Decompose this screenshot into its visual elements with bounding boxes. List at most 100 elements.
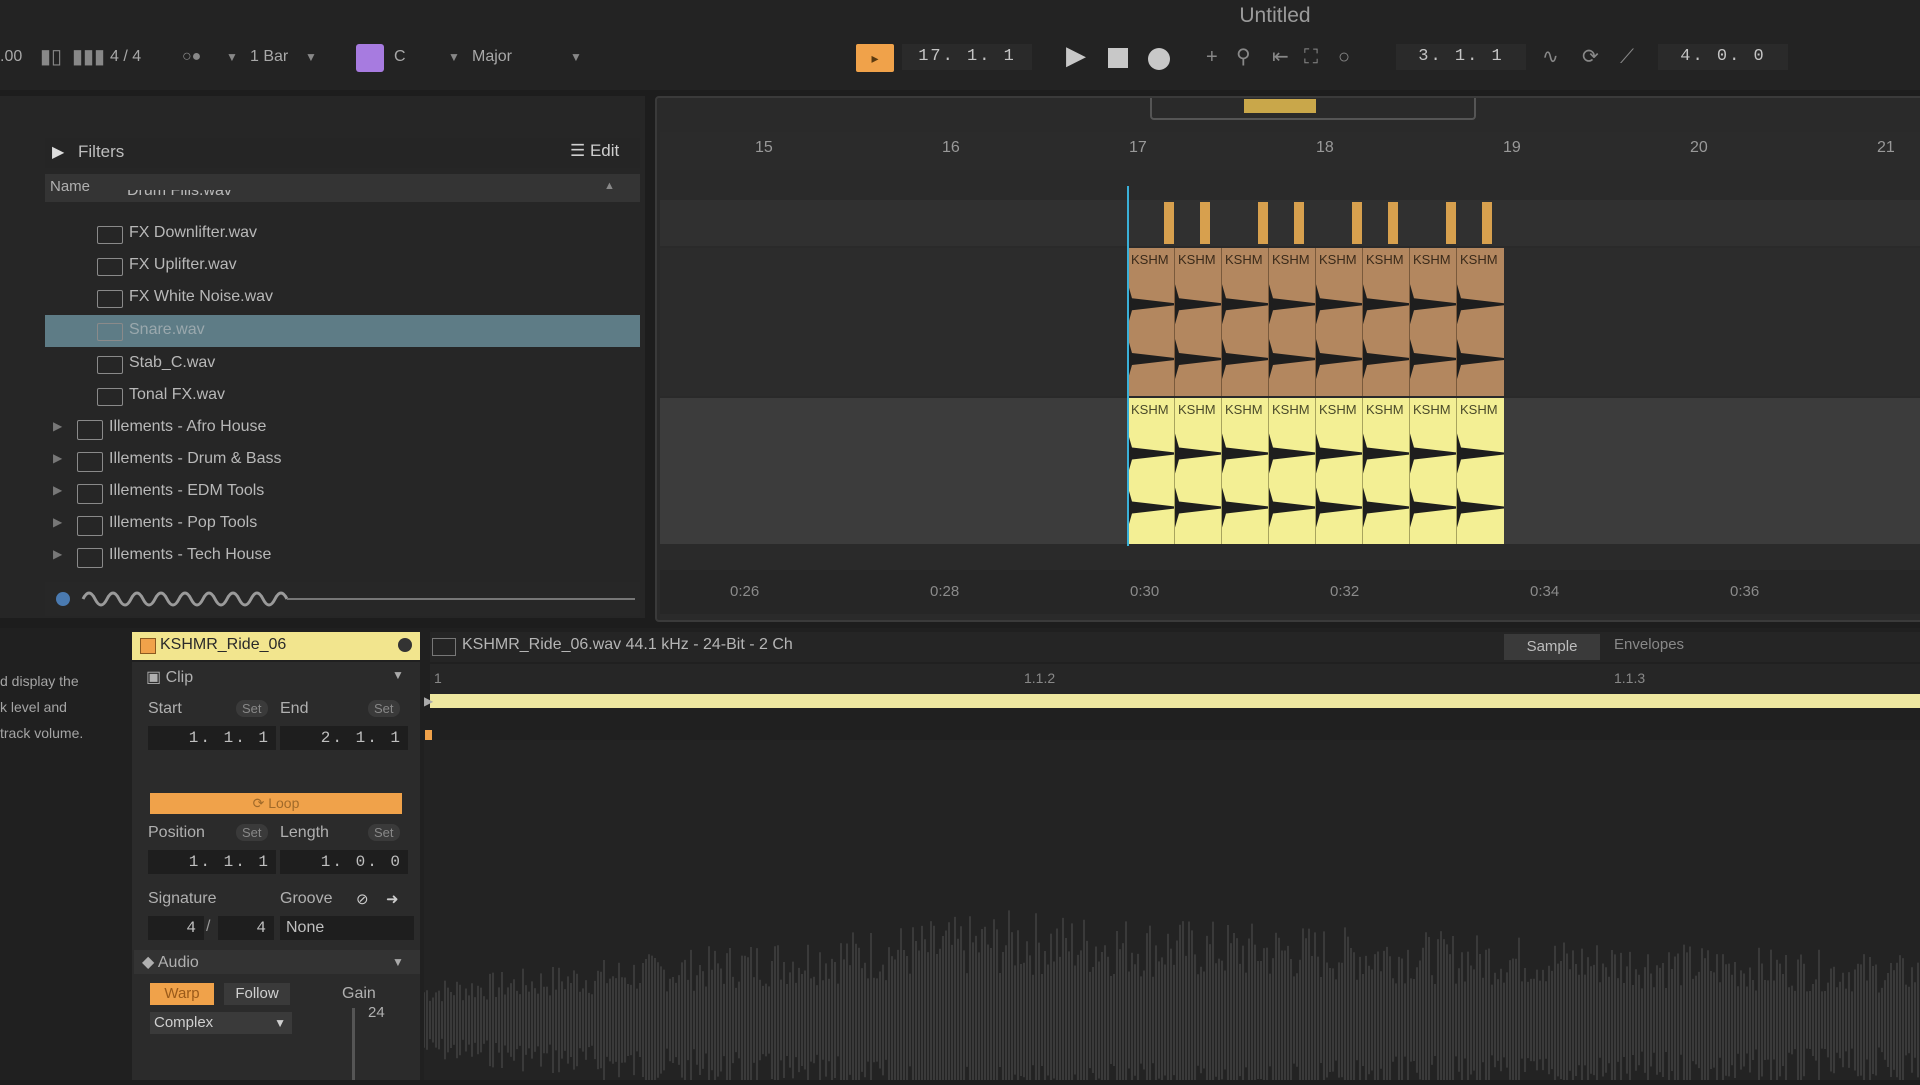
loop-start-marker-icon[interactable]: ▶ (424, 694, 433, 708)
audio-clip[interactable]: KSHM (1456, 248, 1504, 396)
position-value[interactable]: 1. 1. 1 (148, 850, 276, 874)
audio-clip[interactable]: KSHM (1127, 398, 1175, 544)
chevron-right-icon[interactable]: ▶ (53, 547, 62, 561)
audio-clip[interactable]: KSHM (1362, 398, 1410, 544)
audio-clip[interactable]: KSHM (1362, 248, 1410, 396)
chevron-down-icon[interactable]: ▼ (392, 668, 404, 682)
length-value[interactable]: 1. 0. 0 (280, 850, 408, 874)
punch-in-icon[interactable]: ∿ (1542, 44, 1559, 70)
length-set-button[interactable]: Set (368, 824, 400, 841)
scale-select[interactable]: Major (472, 48, 512, 66)
hit-marker[interactable] (1258, 202, 1268, 244)
song-position[interactable]: 17. 1. 1 (902, 44, 1032, 70)
groove-commit-icon[interactable]: ➜ (386, 890, 399, 908)
tap-tempo-icon[interactable]: ▮▯ (40, 44, 62, 70)
audio-clip[interactable]: KSHM (1409, 398, 1457, 544)
position-set-button[interactable]: Set (236, 824, 268, 841)
chevron-down-icon[interactable]: ▼ (226, 44, 238, 70)
folder-item[interactable]: ▶ Illements - Drum & Bass (45, 444, 640, 476)
audio-clip[interactable]: KSHM (1268, 398, 1316, 544)
audio-section-title[interactable]: ◆ Audio (142, 952, 199, 972)
loop-length[interactable]: 4. 0. 0 (1658, 44, 1788, 70)
audio-clip[interactable]: KSHM (1315, 248, 1363, 396)
list-item-selected[interactable]: Snare.wav (45, 315, 640, 347)
loop-button[interactable]: ⟳ Loop (150, 793, 402, 814)
loop-start[interactable]: 3. 1. 1 (1396, 44, 1526, 70)
signature-numerator[interactable]: 4 (148, 916, 204, 940)
hit-marker[interactable] (1352, 202, 1362, 244)
metronome-bars-icon[interactable]: ▮▮▮ (72, 44, 105, 70)
chevron-down-icon[interactable]: ▼ (570, 44, 582, 70)
signature-denominator[interactable]: 4 (218, 916, 274, 940)
audio-clip[interactable]: KSHM (1221, 398, 1269, 544)
chevron-down-icon[interactable]: ▼ (448, 44, 460, 70)
follow-playhead-button[interactable]: ▸ (856, 44, 894, 72)
session-record-icon[interactable]: ○ (1338, 44, 1350, 70)
gain-slider[interactable] (352, 1008, 355, 1080)
quantize-select[interactable]: 1 Bar (250, 48, 288, 66)
end-value[interactable]: 2. 1. 1 (280, 726, 408, 750)
list-item[interactable]: Stab_C.wav (45, 348, 640, 380)
edit-button[interactable]: ☰ Edit (570, 141, 619, 161)
preview-waveform[interactable] (45, 582, 640, 616)
chevron-right-icon[interactable]: ▶ (53, 515, 62, 529)
list-item[interactable]: FX Uplifter.wav (45, 250, 640, 282)
warp-mode-select[interactable]: Complex ▼ (150, 1012, 292, 1034)
audio-clip[interactable]: KSHM (1268, 248, 1316, 396)
folder-item[interactable]: ▶ Illements - Afro House (45, 412, 640, 444)
hit-marker[interactable] (1446, 202, 1456, 244)
clip-color-icon[interactable] (140, 638, 156, 654)
play-icon[interactable]: ▶ (1066, 42, 1086, 68)
chevron-right-icon[interactable]: ▶ (53, 451, 62, 465)
automation-arm-icon[interactable]: ⚲ (1236, 44, 1251, 70)
chevron-down-icon[interactable]: ▼ (305, 44, 317, 70)
hit-marker[interactable] (1164, 202, 1174, 244)
capture-icon[interactable]: ⛶ (1304, 44, 1318, 70)
folder-item[interactable]: ▶ Illements - Tech House (45, 540, 640, 572)
list-item[interactable]: Tonal FX.wav (45, 380, 640, 412)
follow-button[interactable]: Follow (224, 983, 290, 1005)
list-item[interactable]: FX White Noise.wav (45, 282, 640, 314)
audio-clip[interactable]: KSHM (1456, 398, 1504, 544)
audio-clip[interactable]: KSHM (1221, 248, 1269, 396)
tempo-display[interactable]: .00 (0, 48, 22, 66)
record-icon[interactable] (1148, 48, 1170, 70)
chevron-right-icon[interactable]: ▶ (53, 419, 62, 433)
clip-activator-icon[interactable] (398, 638, 412, 652)
hit-marker[interactable] (1482, 202, 1492, 244)
groove-select[interactable]: None (280, 916, 414, 940)
beat-ruler[interactable] (660, 132, 1920, 170)
groove-hotswap-icon[interactable]: ⊘ (356, 890, 369, 908)
audio-clip[interactable]: KSHM (1174, 248, 1222, 396)
loop-brace[interactable] (430, 694, 1920, 708)
overdub-icon[interactable]: + (1206, 44, 1218, 70)
scale-mode-button[interactable] (356, 44, 384, 72)
audio-clip[interactable]: KSHM (1174, 398, 1222, 544)
end-set-button[interactable]: Set (368, 700, 400, 717)
time-signature[interactable]: 4 / 4 (110, 48, 141, 66)
folder-item[interactable]: ▶ Illements - Pop Tools (45, 508, 640, 540)
playhead[interactable] (1127, 186, 1129, 546)
start-set-button[interactable]: Set (236, 700, 268, 717)
folder-item[interactable]: ▶ Illements - EDM Tools (45, 476, 640, 508)
back-to-arrangement-icon[interactable]: ⇤ (1272, 44, 1289, 70)
stop-icon[interactable] (1108, 48, 1128, 68)
key-select[interactable]: C (394, 48, 406, 66)
tab-envelopes[interactable]: Envelopes (1614, 636, 1684, 653)
punch-out-icon[interactable]: ⟋ (1620, 44, 1634, 70)
midi-track-lane[interactable] (660, 200, 1920, 246)
sample-waveform[interactable] (423, 740, 1920, 1085)
chevron-down-icon[interactable]: ▼ (392, 955, 404, 969)
filters-toggle-icon[interactable]: ▶ (52, 142, 64, 162)
audio-clip[interactable]: KSHM (1409, 248, 1457, 396)
tab-sample[interactable]: Sample (1504, 634, 1600, 660)
chevron-right-icon[interactable]: ▶ (53, 483, 62, 497)
hit-marker[interactable] (1294, 202, 1304, 244)
clip-section-header[interactable]: ▣ Clip (146, 667, 193, 687)
metronome-icon[interactable]: ○● (182, 44, 201, 70)
sample-ruler[interactable] (430, 664, 1920, 694)
hit-marker[interactable] (1388, 202, 1398, 244)
list-item[interactable]: Drum Fills.wav (45, 190, 640, 206)
audio-clip[interactable]: KSHM (1127, 248, 1175, 396)
list-item[interactable]: FX Downlifter.wav (45, 218, 640, 250)
